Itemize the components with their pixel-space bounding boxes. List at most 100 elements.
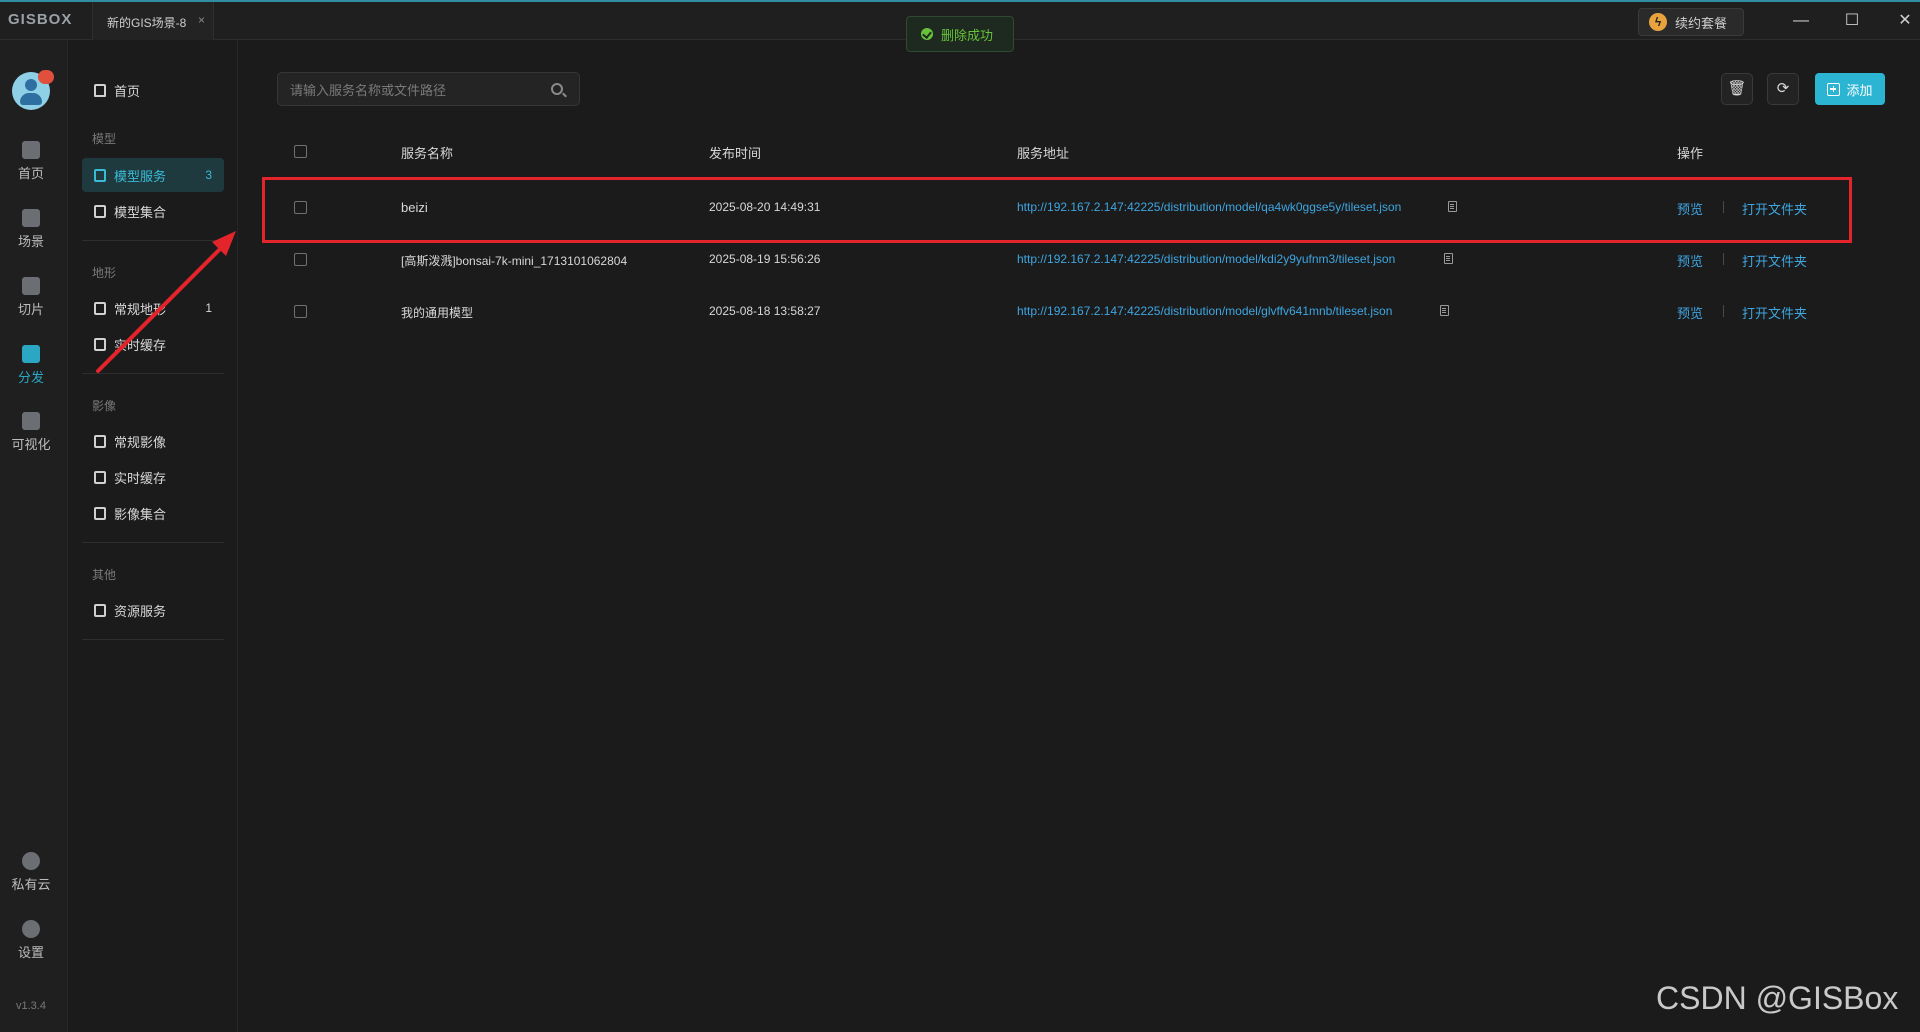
subnav-item-label: 实时缓存 xyxy=(114,337,167,353)
close-icon[interactable]: × xyxy=(198,13,205,27)
rail-item-label: 可视化 xyxy=(11,437,51,452)
open-folder-link[interactable]: 打开文件夹 xyxy=(1742,251,1807,270)
subnav-item-label: 影像集合 xyxy=(114,506,167,522)
model-icon xyxy=(94,204,106,218)
rail-item-label: 设置 xyxy=(17,945,44,960)
document-tab-label: 新的GIS场景-8 xyxy=(107,16,187,30)
service-url-link[interactable]: http://192.167.2.147:42225/distribution/… xyxy=(1017,200,1401,214)
subnav-item-label: 首页 xyxy=(114,83,141,99)
divider xyxy=(82,240,224,241)
refresh-button[interactable]: ⟳ xyxy=(1767,73,1799,105)
row-checkbox[interactable] xyxy=(294,305,307,318)
document-tab[interactable]: 新的GIS场景-8 × xyxy=(92,2,214,40)
model-icon xyxy=(94,168,106,182)
close-window-button[interactable]: ✕ xyxy=(1890,10,1920,32)
cache-icon xyxy=(94,470,106,484)
service-url-link[interactable]: http://192.167.2.147:42225/distribution/… xyxy=(1017,304,1392,318)
delete-button[interactable]: 🗑 xyxy=(1721,73,1753,105)
service-url-link[interactable]: http://192.167.2.147:42225/distribution/… xyxy=(1017,252,1395,266)
subnav-item-imagery-collection[interactable]: 影像集合 xyxy=(82,496,224,530)
subnav-item-home[interactable]: 首页 xyxy=(82,73,224,107)
search-box xyxy=(277,72,580,106)
annotation-arrow xyxy=(96,231,236,373)
preview-link[interactable]: 预览 xyxy=(1677,199,1703,218)
subnav-item-imagery-regular[interactable]: 常规影像 xyxy=(82,424,224,458)
subnav-item-label: 常规地形 xyxy=(114,301,167,317)
select-all-checkbox[interactable] xyxy=(294,145,307,158)
visual-icon xyxy=(22,412,40,430)
copy-icon[interactable] xyxy=(1448,201,1457,212)
divider xyxy=(82,542,224,543)
imagery-icon xyxy=(94,506,106,520)
refresh-icon: ⟳ xyxy=(1776,80,1790,97)
rail-item-label: 分发 xyxy=(17,370,44,385)
subnav-item-imagery-cache[interactable]: 实时缓存 xyxy=(82,460,224,494)
search-icon[interactable] xyxy=(551,83,563,95)
divider xyxy=(1723,201,1724,213)
subnav-item-label: 模型服务 xyxy=(114,168,167,184)
subnav-item-label: 资源服务 xyxy=(114,603,167,619)
divider xyxy=(82,373,224,374)
service-name: 我的通用模型 xyxy=(401,306,474,320)
imagery-icon xyxy=(94,434,106,448)
subnav-item-terrain-cache[interactable]: 实时缓存 xyxy=(82,327,224,361)
publish-time: 2025-08-18 13:58:27 xyxy=(709,304,821,318)
watermark-text: CSDN @GISBox xyxy=(1656,980,1899,1016)
group-label-terrain: 地形 xyxy=(92,266,117,280)
subnav-item-resource-service[interactable]: 资源服务 xyxy=(82,593,224,627)
rail-item-slice[interactable]: 切片 xyxy=(0,277,62,318)
row-checkbox[interactable] xyxy=(294,253,307,266)
rail-item-label: 切片 xyxy=(17,302,44,317)
publish-time: 2025-08-20 14:49:31 xyxy=(709,200,821,214)
maximize-button[interactable]: ☐ xyxy=(1837,10,1867,32)
trash-icon: 🗑 xyxy=(1727,80,1747,97)
rail-item-settings[interactable]: 设置 xyxy=(0,920,62,961)
version-label: v1.3.4 xyxy=(16,1000,46,1012)
preview-link[interactable]: 预览 xyxy=(1677,251,1703,270)
cache-icon xyxy=(94,337,106,351)
renew-plan-button[interactable]: ϟ 续约套餐 xyxy=(1638,8,1744,36)
rail-item-home[interactable]: 首页 xyxy=(0,141,62,182)
group-label-model: 模型 xyxy=(92,132,117,146)
rail-item-label: 场景 xyxy=(17,234,44,249)
open-folder-link[interactable]: 打开文件夹 xyxy=(1742,303,1807,322)
home-icon xyxy=(94,83,106,97)
rail-item-visualize[interactable]: 可视化 xyxy=(0,412,62,453)
subnav-item-label: 常规影像 xyxy=(114,434,167,450)
slice-icon xyxy=(22,277,40,295)
rail-item-distribute[interactable]: 分发 xyxy=(0,345,62,386)
primary-sidebar: 首页 场景 切片 分发 可视化 私有云 设置 v1.3.4 xyxy=(0,40,68,1032)
terrain-icon xyxy=(94,301,106,315)
row-checkbox[interactable] xyxy=(294,201,307,214)
add-button[interactable]: 添加 xyxy=(1815,73,1885,105)
count-badge: 3 xyxy=(205,168,212,182)
open-folder-link[interactable]: 打开文件夹 xyxy=(1742,199,1807,218)
distribute-icon xyxy=(22,345,40,363)
copy-icon[interactable] xyxy=(1444,253,1453,264)
rail-item-private-cloud[interactable]: 私有云 xyxy=(0,852,62,893)
copy-icon[interactable] xyxy=(1440,305,1449,316)
toast-message: 删除成功 xyxy=(941,27,994,43)
lock-cloud-icon xyxy=(22,852,40,870)
preview-link[interactable]: 预览 xyxy=(1677,303,1703,322)
notification-badge xyxy=(38,70,54,84)
column-header-ops: 操作 xyxy=(1677,146,1704,161)
add-button-label: 添加 xyxy=(1846,82,1873,98)
column-header-name: 服务名称 xyxy=(401,146,454,161)
group-label-other: 其他 xyxy=(92,568,117,582)
check-circle-icon xyxy=(921,28,933,40)
service-name: [高斯泼溅]bonsai-7k-mini_1713101062804 xyxy=(401,254,628,268)
success-toast: 删除成功 xyxy=(906,16,1014,52)
search-input[interactable] xyxy=(290,80,540,100)
service-name: beizi xyxy=(401,200,428,215)
subnav-item-label: 模型集合 xyxy=(114,204,167,220)
publish-time: 2025-08-19 15:56:26 xyxy=(709,252,821,266)
subnav-item-model-service[interactable]: 模型服务 3 xyxy=(82,158,224,192)
subnav-item-model-collection[interactable]: 模型集合 xyxy=(82,194,224,228)
divider xyxy=(1723,305,1724,317)
subnav-item-terrain-regular[interactable]: 常规地形 1 xyxy=(82,291,224,325)
rail-item-label: 首页 xyxy=(17,166,44,181)
divider xyxy=(1723,253,1724,265)
rail-item-scene[interactable]: 场景 xyxy=(0,209,62,250)
minimize-button[interactable]: — xyxy=(1786,10,1816,32)
